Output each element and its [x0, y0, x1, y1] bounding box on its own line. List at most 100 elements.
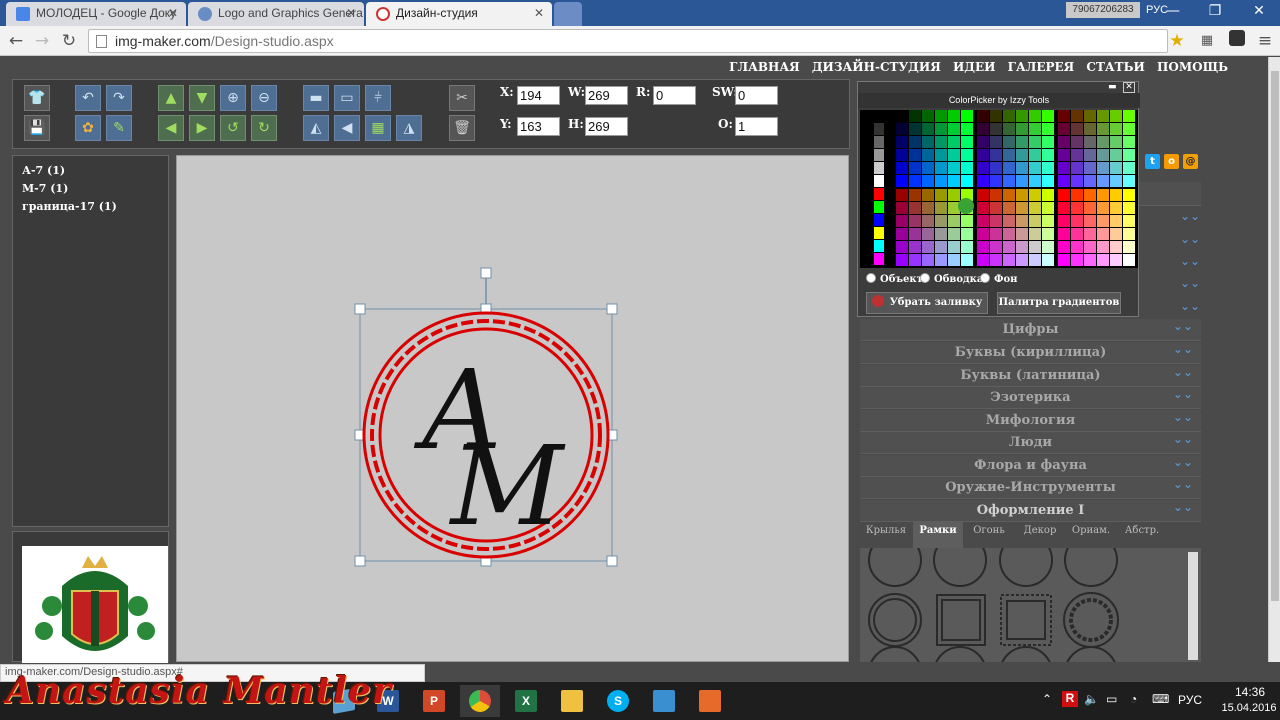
- battery-icon[interactable]: ▭: [1106, 692, 1117, 706]
- url-input[interactable]: img-maker.com/Design-studio.aspx: [88, 29, 1168, 53]
- close-tab-icon[interactable]: ✕: [168, 6, 178, 20]
- volume-icon[interactable]: 🔈: [1084, 692, 1099, 706]
- extension-icon[interactable]: ▦: [1196, 30, 1218, 52]
- minimize-picker-icon[interactable]: ▬: [1108, 82, 1120, 93]
- color-swatch-grid[interactable]: [860, 110, 1138, 268]
- category-people[interactable]: Люди ⌄⌄: [860, 432, 1201, 454]
- redo-icon[interactable]: ↷: [106, 85, 132, 111]
- minimize-window-icon[interactable]: —: [1160, 3, 1186, 21]
- tray-date[interactable]: 15.04.2016: [1214, 702, 1280, 714]
- send-back-icon[interactable]: ▭: [334, 85, 360, 111]
- subtab-frames[interactable]: Рамки: [913, 522, 963, 548]
- category-flora-fauna[interactable]: Флора и фауна ⌄⌄: [860, 455, 1201, 477]
- move-up-icon[interactable]: ▲: [158, 85, 184, 111]
- taskbar-app-excel[interactable]: X: [506, 685, 546, 717]
- subtab-wings[interactable]: Крылья: [860, 522, 912, 548]
- radio-object[interactable]: Объект: [866, 273, 923, 285]
- taskbar-app-skype[interactable]: S: [598, 685, 638, 717]
- category-mythology[interactable]: Мифология ⌄⌄: [860, 410, 1201, 432]
- taskbar-app-paint[interactable]: [690, 685, 730, 717]
- category-weapons-tools[interactable]: Оружие-Инструменты ⌄⌄: [860, 477, 1201, 499]
- skew-icon[interactable]: ◮: [396, 115, 422, 141]
- align-center-icon[interactable]: ⫩: [365, 85, 391, 111]
- tray-app-icon[interactable]: R: [1062, 691, 1078, 707]
- move-down-icon[interactable]: ▼: [189, 85, 215, 111]
- category-letters-cyrillic[interactable]: Буквы (кириллица) ⌄⌄: [860, 342, 1201, 364]
- design-canvas[interactable]: A M: [176, 155, 849, 662]
- taskbar-app-photos[interactable]: [644, 685, 684, 717]
- subtab-decor[interactable]: Декор: [1015, 522, 1065, 548]
- undo-icon[interactable]: ↶: [75, 85, 101, 111]
- subtab-fire[interactable]: Огонь: [964, 522, 1014, 548]
- nav-help[interactable]: ПОМОЩЬ: [1157, 60, 1228, 74]
- tools-icon[interactable]: ✂: [449, 85, 475, 111]
- radio-stroke[interactable]: Обводка: [920, 273, 983, 285]
- move-left-icon[interactable]: ◀: [158, 115, 184, 141]
- chevron-down-icon[interactable]: ⌄⌄: [1180, 254, 1200, 268]
- close-window-icon[interactable]: ✕: [1246, 3, 1272, 21]
- y-input[interactable]: 163: [517, 117, 560, 136]
- rotate-right-icon[interactable]: ↻: [251, 115, 277, 141]
- category-esoterics[interactable]: Эзотерика ⌄⌄: [860, 387, 1201, 409]
- keyboard-icon[interactable]: ⌨: [1152, 692, 1169, 706]
- move-right-icon[interactable]: ▶: [189, 115, 215, 141]
- bookmark-star-icon[interactable]: ★: [1166, 30, 1188, 52]
- chevron-down-icon[interactable]: ⌄⌄: [1180, 209, 1200, 223]
- back-arrow-icon[interactable]: ←: [5, 30, 27, 52]
- chevron-down-icon[interactable]: ⌄⌄: [1180, 232, 1200, 246]
- chevron-down-icon[interactable]: ⌄⌄: [1180, 299, 1200, 313]
- letter-m[interactable]: M: [449, 422, 566, 550]
- radio-background[interactable]: Фон: [980, 273, 1017, 285]
- width-input[interactable]: 269: [585, 86, 628, 105]
- nav-articles[interactable]: СТАТЬИ: [1086, 60, 1144, 74]
- layer-item[interactable]: граница-17 (1): [22, 198, 168, 216]
- tab-design-studio[interactable]: Дизайн-студия ✕: [366, 2, 552, 26]
- preview-image[interactable]: [22, 546, 168, 663]
- rotation-input[interactable]: 0: [653, 86, 696, 105]
- zoom-in-icon[interactable]: ⊕: [220, 85, 246, 111]
- height-input[interactable]: 269: [585, 117, 628, 136]
- evernote-extension-icon[interactable]: [1226, 30, 1248, 52]
- flip-horizontal-icon[interactable]: ◀: [334, 115, 360, 141]
- twitter-icon[interactable]: t: [1145, 154, 1160, 169]
- tshirt-icon[interactable]: 👕: [24, 85, 50, 111]
- bring-front-icon[interactable]: ▬: [303, 85, 329, 111]
- category-decoration-1[interactable]: Оформление I ⌄⌄: [860, 500, 1201, 522]
- gallery-scrollbar[interactable]: [1188, 552, 1198, 660]
- wifi-icon[interactable]: ◔: [1130, 692, 1137, 706]
- nav-design-studio[interactable]: ДИЗАЙН-СТУДИЯ: [812, 60, 941, 74]
- reload-icon[interactable]: ↻: [58, 30, 80, 52]
- close-tab-icon[interactable]: ✕: [346, 6, 356, 20]
- save-icon[interactable]: 💾: [24, 115, 50, 141]
- taskbar-app-chrome[interactable]: [460, 685, 500, 717]
- nav-ideas[interactable]: ИДЕИ: [953, 60, 996, 74]
- rotate-left-icon[interactable]: ↺: [220, 115, 246, 141]
- zoom-out-icon[interactable]: ⊖: [251, 85, 277, 111]
- tab-logo-generator[interactable]: Logo and Graphics Genera ✕: [188, 2, 364, 26]
- x-input[interactable]: 194: [517, 86, 560, 105]
- chevron-down-icon[interactable]: ⌄⌄: [1180, 276, 1200, 290]
- maximize-window-icon[interactable]: ❐: [1202, 3, 1228, 21]
- rotate-handle[interactable]: [480, 267, 492, 279]
- nav-gallery[interactable]: ГАЛЕРЕЯ: [1008, 60, 1075, 74]
- scrollbar-thumb[interactable]: [1271, 71, 1279, 601]
- category-digits[interactable]: Цифры ⌄⌄: [860, 319, 1201, 341]
- eraser-icon[interactable]: ✎: [106, 115, 132, 141]
- category-letters-latin[interactable]: Буквы (латиница) ⌄⌄: [860, 365, 1201, 387]
- layer-item[interactable]: М-7 (1): [22, 180, 168, 198]
- remove-fill-button[interactable]: Убрать заливку: [866, 292, 988, 314]
- taskbar-app-explorer[interactable]: [552, 685, 592, 717]
- menu-icon[interactable]: ≡: [1254, 30, 1276, 52]
- stroke-width-input[interactable]: 0: [735, 86, 778, 105]
- close-picker-icon[interactable]: ✕: [1123, 82, 1135, 93]
- subtab-ornaments[interactable]: Ориам.: [1066, 522, 1116, 548]
- tray-language[interactable]: РУС: [1178, 693, 1202, 707]
- tray-time[interactable]: 14:36: [1224, 685, 1276, 699]
- nav-home[interactable]: ГЛАВНАЯ: [729, 60, 800, 74]
- layer-item[interactable]: А-7 (1): [22, 162, 168, 180]
- new-tab-button[interactable]: [554, 2, 582, 26]
- palette-icon[interactable]: ✿: [75, 115, 101, 141]
- gradient-palette-button[interactable]: Палитра градиентов: [997, 292, 1121, 314]
- taskbar-app-powerpoint[interactable]: P: [414, 685, 454, 717]
- forward-arrow-icon[interactable]: →: [31, 30, 53, 52]
